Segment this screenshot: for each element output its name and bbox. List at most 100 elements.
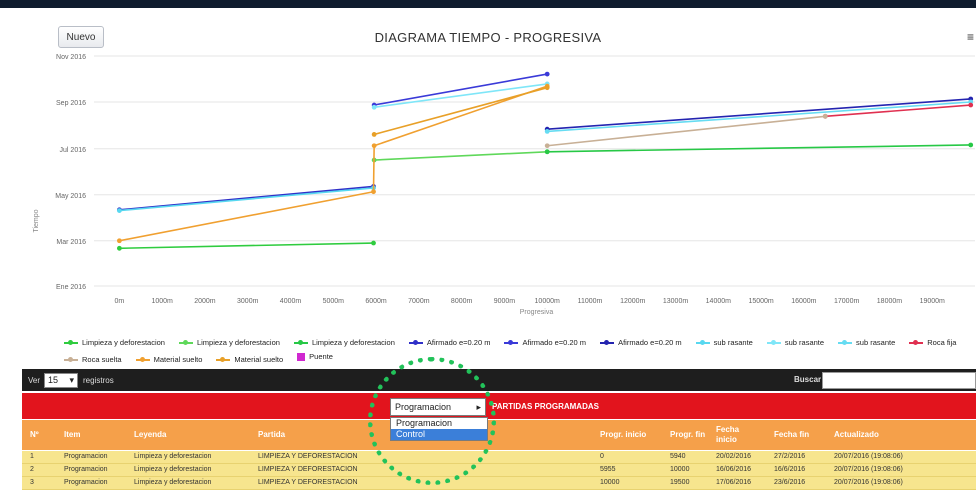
table-row[interactable]: 2 Programacion Limpieza y deforestacion LIM… xyxy=(22,464,976,477)
legend-item[interactable]: Material suelto xyxy=(135,353,202,367)
table-cell: 27/2/2016 xyxy=(774,453,806,460)
series-line xyxy=(119,242,374,250)
x-tick-label: 12000m xyxy=(620,298,645,305)
legend-item[interactable]: Afirmado e=0.20 m xyxy=(408,336,491,350)
table-cell: 23/6/2016 xyxy=(774,479,806,486)
x-tick-label: 15000m xyxy=(748,298,773,305)
data-point xyxy=(544,143,550,149)
legend-item[interactable]: Limpieza y deforestacion xyxy=(178,336,280,350)
dropdown-option[interactable]: Control xyxy=(391,429,487,440)
x-tick-label: 7000m xyxy=(408,298,430,305)
page-size-select[interactable]: 15 ▾ xyxy=(44,372,79,388)
series-line xyxy=(547,98,971,130)
table-cell: 17/06/2016 xyxy=(716,479,752,486)
series-line xyxy=(119,185,374,211)
legend-item[interactable]: Roca fija xyxy=(909,336,956,350)
legend-item[interactable]: Roca suelta xyxy=(64,353,122,367)
series-line xyxy=(547,101,971,133)
legend-label: Afirmado e=0.20 m xyxy=(426,338,491,347)
legend-item[interactable]: Afirmado e=0.20 m xyxy=(600,336,682,350)
table-cell: 10000 xyxy=(670,466,690,473)
legend-item[interactable]: Afirmado e=0.20 m xyxy=(504,336,586,350)
table-cell: 16/06/2016 xyxy=(716,466,752,473)
x-tick-label: 4000m xyxy=(280,298,302,305)
data-point xyxy=(544,71,550,77)
chart-legend: Limpieza y deforestacion Limpieza y defor… xyxy=(64,335,974,367)
legend-item[interactable]: Limpieza y deforestacion xyxy=(64,336,165,350)
series-line xyxy=(373,86,548,136)
legend-item[interactable]: sub rasante xyxy=(766,336,824,350)
table-row[interactable]: 3 Programacion Limpieza y deforestacion LIM… xyxy=(22,477,976,490)
column-header[interactable]: Actualizado xyxy=(834,420,879,450)
legend-item[interactable]: Material suelto xyxy=(216,353,283,367)
legend-symbol xyxy=(408,340,423,345)
y-tick-label: May 2016 xyxy=(55,193,86,200)
x-tick-label: 10000m xyxy=(535,298,560,305)
column-header[interactable]: Fecha fin xyxy=(774,420,809,450)
show-label: Ver xyxy=(28,375,41,385)
legend-label: Limpieza y deforestacion xyxy=(196,338,280,347)
legend-label: Puente xyxy=(309,352,333,361)
legend-label: Limpieza y deforestacion xyxy=(82,338,165,347)
table-cell: 1 xyxy=(30,453,34,460)
x-tick-label: 11000m xyxy=(578,298,603,305)
column-header[interactable]: Progr. inicio xyxy=(600,420,646,450)
legend-symbol xyxy=(293,340,308,345)
column-header[interactable]: Partida xyxy=(258,420,285,450)
column-header[interactable]: Leyenda xyxy=(134,420,166,450)
legend-item[interactable]: Limpieza y deforestacion xyxy=(293,336,395,350)
table-cell: 16/6/2016 xyxy=(774,466,806,473)
legend-symbol xyxy=(504,340,519,345)
table-cell: LIMPIEZA Y DEFORESTACION xyxy=(258,479,358,486)
legend-item[interactable]: sub rasante xyxy=(695,336,753,350)
legend-symbol xyxy=(766,340,781,345)
chart-panel: Nuevo DIAGRAMA TIEMPO - PROGRESIVA ≡ Nov… xyxy=(0,8,976,368)
column-header[interactable]: Nº xyxy=(30,420,39,450)
filter-select[interactable]: Programacion ▸ xyxy=(390,398,486,416)
x-tick-label: 18000m xyxy=(877,298,902,305)
legend-label: Afirmado e=0.20 m xyxy=(618,338,682,347)
table-row[interactable]: 1 Programacion Limpieza y deforestacion LIM… xyxy=(22,451,976,464)
search-input[interactable] xyxy=(822,372,976,389)
table-cell: 20/07/2016 (19:08:06) xyxy=(834,466,903,473)
chart-plot: Nov 2016 Sep 2016 Jul 2016 May 2016 Mar 2016… xyxy=(33,54,975,316)
column-header[interactable]: Fecha inicio xyxy=(716,420,756,450)
x-tick-label: 5000m xyxy=(323,298,345,305)
filter-selected: Programacion xyxy=(395,402,452,412)
x-tick-label: 9000m xyxy=(494,298,516,305)
y-tick-label: Sep 2016 xyxy=(56,100,86,107)
dropdown-option[interactable]: Programacion xyxy=(391,418,487,429)
column-header[interactable]: Item xyxy=(64,420,80,450)
legend-symbol xyxy=(909,340,924,345)
data-point xyxy=(968,102,974,108)
data-point xyxy=(822,113,828,119)
table-cell: Limpieza y deforestacion xyxy=(134,466,212,473)
table-cell: 20/07/2016 (19:08:06) xyxy=(834,453,903,460)
data-point xyxy=(544,85,550,91)
table-cell: LIMPIEZA Y DEFORESTACION xyxy=(258,466,358,473)
window-top-strip xyxy=(0,0,976,8)
series-line xyxy=(119,85,548,242)
column-header[interactable]: Progr. fin xyxy=(670,420,710,450)
page-size-value: 15 xyxy=(48,375,59,385)
legend-label: Afirmado e=0.20 m xyxy=(522,338,587,347)
x-tick-label: 14000m xyxy=(706,298,731,305)
legend-label: sub rasante xyxy=(713,338,753,347)
x-tick-label: 0m xyxy=(115,298,125,305)
table-cell: Programacion xyxy=(64,466,108,473)
table-cell: Limpieza y deforestacion xyxy=(134,453,212,460)
legend-label: Limpieza y deforestacion xyxy=(311,338,395,347)
y-axis-label: Tiempo xyxy=(33,209,40,232)
x-tick-label: 2000m xyxy=(194,298,216,305)
series-line xyxy=(374,150,548,161)
legend-item[interactable]: sub rasante xyxy=(838,336,895,350)
y-tick-label: Jul 2016 xyxy=(60,147,87,154)
x-tick-label: 3000m xyxy=(237,298,259,305)
x-tick-label: 17000m xyxy=(834,298,859,305)
legend-item[interactable]: Puente xyxy=(297,350,333,364)
legend-label: sub rasante xyxy=(856,338,896,347)
legend-symbol xyxy=(64,357,78,362)
legend-label: Material suelto xyxy=(234,355,284,364)
data-point xyxy=(371,132,377,137)
legend-symbol xyxy=(600,340,615,345)
